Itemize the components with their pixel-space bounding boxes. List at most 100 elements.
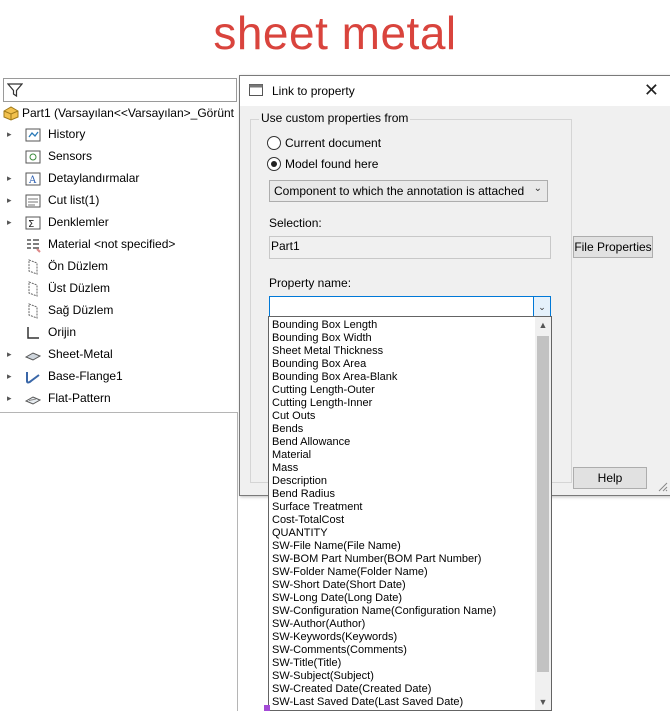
flat-pattern-icon [25,396,41,405]
tree-item-base-flange1[interactable]: ▸ Base-Flange1 [0,366,240,388]
list-item[interactable]: Cut Outs [272,410,315,423]
property-name-label: Property name: [269,276,352,290]
plane-icon [28,303,38,319]
source-combo[interactable]: Component to which the annotation is att… [269,180,548,202]
tree-item-label: Base-Flange1 [48,369,123,383]
scroll-down-icon[interactable]: ▼ [535,694,551,710]
group-label: Use custom properties from [259,111,411,125]
expand-caret-icon[interactable]: ▸ [7,217,15,227]
tree-item-material-not-specified[interactable]: Material <not specified> [0,234,240,256]
annotations-icon: A [25,172,41,186]
chevron-down-icon[interactable]: ⌄ [534,183,542,194]
sheet-metal-icon [25,352,41,361]
base-flange-icon [26,372,40,384]
panel-divider [237,412,238,711]
list-item[interactable]: SW-File Name(File Name) [272,540,401,553]
plane-icon [28,281,38,297]
tree-item-detayland-rmalar[interactable]: ▸ A Detaylandırmalar [0,168,240,190]
part-root[interactable]: Part1 (Varsayılan<<Varsayılan>_Görünt [2,105,234,123]
list-item[interactable]: Bends [272,423,303,436]
list-item[interactable]: QUANTITY [272,527,328,540]
list-item[interactable]: SW-Author(Author) [272,618,365,631]
list-item[interactable]: Bend Radius [272,488,335,501]
list-item[interactable]: Material [272,449,311,462]
list-item[interactable]: SW-Configuration Name(Configuration Name… [272,605,496,618]
tree-item-history[interactable]: ▸ History [0,124,240,146]
list-item[interactable]: Bounding Box Length [272,319,377,332]
tree-item-flat-pattern[interactable]: ▸ Flat-Pattern [0,388,240,410]
expand-caret-icon[interactable]: ▸ [7,173,15,183]
list-item[interactable]: SW-Title(Title) [272,657,341,670]
list-scrollbar[interactable]: ▲ ▼ [535,317,551,710]
origin-icon [27,327,39,339]
help-button[interactable]: Help [573,467,647,489]
list-item[interactable]: Bounding Box Area-Blank [272,371,397,384]
list-item[interactable]: Cutting Length-Outer [272,384,375,397]
list-item[interactable]: SW-Folder Name(Folder Name) [272,566,428,579]
radio-button-current[interactable] [267,135,281,150]
list-item[interactable]: Description [272,475,327,488]
expand-caret-icon[interactable]: ▸ [7,349,15,359]
list-item[interactable]: SW-Comments(Comments) [272,644,407,657]
plane-icon [28,259,38,275]
tree-item-label: Detaylandırmalar [48,171,140,185]
tree-item-sa-d-zlem[interactable]: Sağ Düzlem [0,300,240,322]
expand-caret-icon[interactable]: ▸ [7,393,15,403]
scroll-up-icon[interactable]: ▲ [535,317,551,333]
tree-item-st-d-zlem[interactable]: Üst Düzlem [0,278,240,300]
close-icon[interactable]: ✕ [644,80,659,101]
tree-item-sensors[interactable]: Sensors [0,146,240,168]
tree-item-n-d-zlem[interactable]: Ön Düzlem [0,256,240,278]
expand-caret-icon[interactable]: ▸ [7,129,15,139]
resize-grip-icon[interactable] [656,480,668,492]
tree-item-label: History [48,127,86,141]
tree-item-label: Üst Düzlem [48,281,111,295]
svg-text:A: A [28,175,37,186]
list-item[interactable]: SW-Subject(Subject) [272,670,374,683]
file-properties-button[interactable]: File Properties [573,236,653,258]
selection-label: Selection: [269,216,322,230]
radio-model-label: Model found here [285,156,379,171]
list-item[interactable]: Bend Allowance [272,436,350,449]
list-item[interactable]: SW-Created Date(Created Date) [272,683,431,696]
property-name-list[interactable]: Bounding Box Length Bounding Box Width She… [268,316,552,711]
expand-caret-icon[interactable]: ▸ [7,195,15,205]
dialog-title: Link to property [272,84,355,98]
tree-item-sheet-metal[interactable]: ▸ Sheet-Metal [0,344,240,366]
chevron-down-icon[interactable]: ⌄ [533,297,550,318]
dialog-window-icon [249,84,263,96]
expand-caret-icon[interactable]: ▸ [7,371,15,381]
filter-icon[interactable] [7,82,23,98]
tree-item-orijin[interactable]: Orijin [0,322,240,344]
list-item[interactable]: Cutting Length-Inner [272,397,372,410]
list-item[interactable]: SW-BOM Part Number(BOM Part Number) [272,553,481,566]
radio-model-found-here[interactable]: Model found here [267,156,378,174]
tree-item-denklemler[interactable]: ▸ Σ Denklemler [0,212,240,234]
list-item[interactable]: SW-Keywords(Keywords) [272,631,397,644]
scroll-thumb[interactable] [537,336,549,672]
tree-divider [0,412,238,413]
part-icon [3,106,19,121]
list-item[interactable]: SW-Long Date(Long Date) [272,592,402,605]
radio-button-model[interactable] [267,156,281,171]
list-item[interactable]: Surface Treatment [272,501,363,514]
tree-item-label: Material <not specified> [48,237,176,251]
list-item[interactable]: Cost-TotalCost [272,514,344,527]
svg-text:Σ: Σ [28,219,34,230]
list-item[interactable]: Sheet Metal Thickness [272,345,383,358]
list-item[interactable]: Bounding Box Area [272,358,366,371]
tree-filter-box[interactable] [3,78,237,102]
list-item[interactable]: Mass [272,462,298,475]
list-item[interactable]: SW-Short Date(Short Date) [272,579,406,592]
list-item[interactable]: Bounding Box Width [272,332,372,345]
tree-item-label: Denklemler [48,215,109,229]
list-item[interactable]: SW-Last Saved Date(Last Saved Date) [272,696,463,709]
feature-tree: Part1 (Varsayılan<<Varsayılan>_Görünt ▸ H… [0,76,240,711]
tree-item-cut-list-1[interactable]: ▸ Cut list(1) [0,190,240,212]
tree-item-label: Cut list(1) [48,193,100,207]
radio-current-document[interactable]: Current document [267,135,381,153]
radio-current-label: Current document [285,135,382,150]
tree-item-label: Sheet-Metal [48,347,113,361]
material-icon [27,239,41,253]
dialog-titlebar[interactable]: Link to property ✕ [240,76,670,106]
